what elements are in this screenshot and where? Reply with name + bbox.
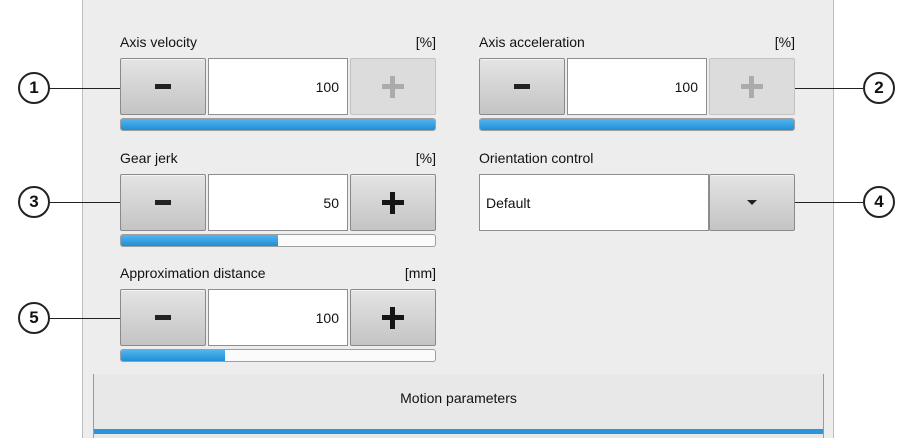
minus-icon	[514, 84, 530, 89]
axis-acceleration-value-field[interactable]: 100	[567, 58, 707, 115]
gear-jerk-value-field[interactable]: 50	[208, 174, 348, 231]
axis-acceleration-level-bar	[479, 118, 795, 131]
tab-motion-parameters[interactable]: Motion parameters	[93, 374, 824, 438]
axis-velocity-label: Axis velocity	[120, 34, 198, 50]
approximation-distance-unit: [mm]	[404, 265, 436, 281]
approximation-distance-value-field[interactable]: 100	[208, 289, 348, 346]
callout-marker: 3	[18, 186, 50, 218]
axis-velocity-level-bar	[120, 118, 436, 131]
axis-acceleration-increase-button[interactable]	[709, 58, 795, 115]
axis-acceleration-level-fill	[480, 119, 794, 130]
gear-jerk-unit: [%]	[415, 150, 436, 166]
orientation-control-label: Orientation control	[479, 150, 594, 166]
callout-marker: 2	[863, 72, 895, 104]
plus-icon	[382, 191, 404, 214]
orientation-control-dropdown-button[interactable]	[709, 174, 795, 231]
approximation-distance-decrease-button[interactable]	[120, 289, 206, 346]
chevron-down-icon	[747, 200, 757, 205]
axis-acceleration-label: Axis acceleration	[479, 34, 585, 50]
plus-icon	[382, 75, 404, 98]
gear-jerk-level-bar	[120, 234, 436, 247]
gear-jerk-label: Gear jerk	[120, 150, 178, 166]
axis-velocity-unit: [%]	[415, 34, 436, 50]
callout-leader-line	[795, 88, 863, 89]
callout-leader-line	[50, 318, 120, 319]
callout-leader-line	[50, 202, 120, 203]
tab-motion-parameters-label: Motion parameters	[400, 390, 517, 406]
gear-jerk-group: Gear jerk [%] 50	[120, 150, 436, 250]
callout-marker: 4	[863, 186, 895, 218]
approximation-distance-level-fill	[121, 350, 225, 361]
callout-marker: 5	[18, 302, 50, 334]
tab-active-indicator	[94, 429, 823, 434]
plus-icon	[741, 75, 763, 98]
orientation-control-group: Orientation control Default	[479, 150, 795, 234]
axis-velocity-value-field[interactable]: 100	[208, 58, 348, 115]
callout-leader-line	[795, 202, 863, 203]
axis-velocity-level-fill	[121, 119, 435, 130]
axis-acceleration-group: Axis acceleration [%] 100	[479, 34, 795, 134]
gear-jerk-decrease-button[interactable]	[120, 174, 206, 231]
axis-velocity-increase-button[interactable]	[350, 58, 436, 115]
orientation-control-value: Default	[486, 194, 531, 211]
axis-acceleration-unit: [%]	[774, 34, 795, 50]
gear-jerk-level-fill	[121, 235, 278, 246]
approximation-distance-increase-button[interactable]	[350, 289, 436, 346]
plus-icon	[382, 306, 404, 329]
minus-icon	[155, 200, 171, 205]
approximation-distance-level-bar	[120, 349, 436, 362]
minus-icon	[155, 84, 171, 89]
callout-leader-line	[50, 88, 120, 89]
approximation-distance-group: Approximation distance [mm] 100	[120, 265, 436, 365]
minus-icon	[155, 315, 171, 320]
gear-jerk-increase-button[interactable]	[350, 174, 436, 231]
axis-acceleration-decrease-button[interactable]	[479, 58, 565, 115]
approximation-distance-label: Approximation distance	[120, 265, 266, 281]
callout-marker: 1	[18, 72, 50, 104]
orientation-control-select[interactable]: Default	[479, 174, 709, 231]
axis-velocity-group: Axis velocity [%] 100	[120, 34, 436, 134]
axis-velocity-decrease-button[interactable]	[120, 58, 206, 115]
